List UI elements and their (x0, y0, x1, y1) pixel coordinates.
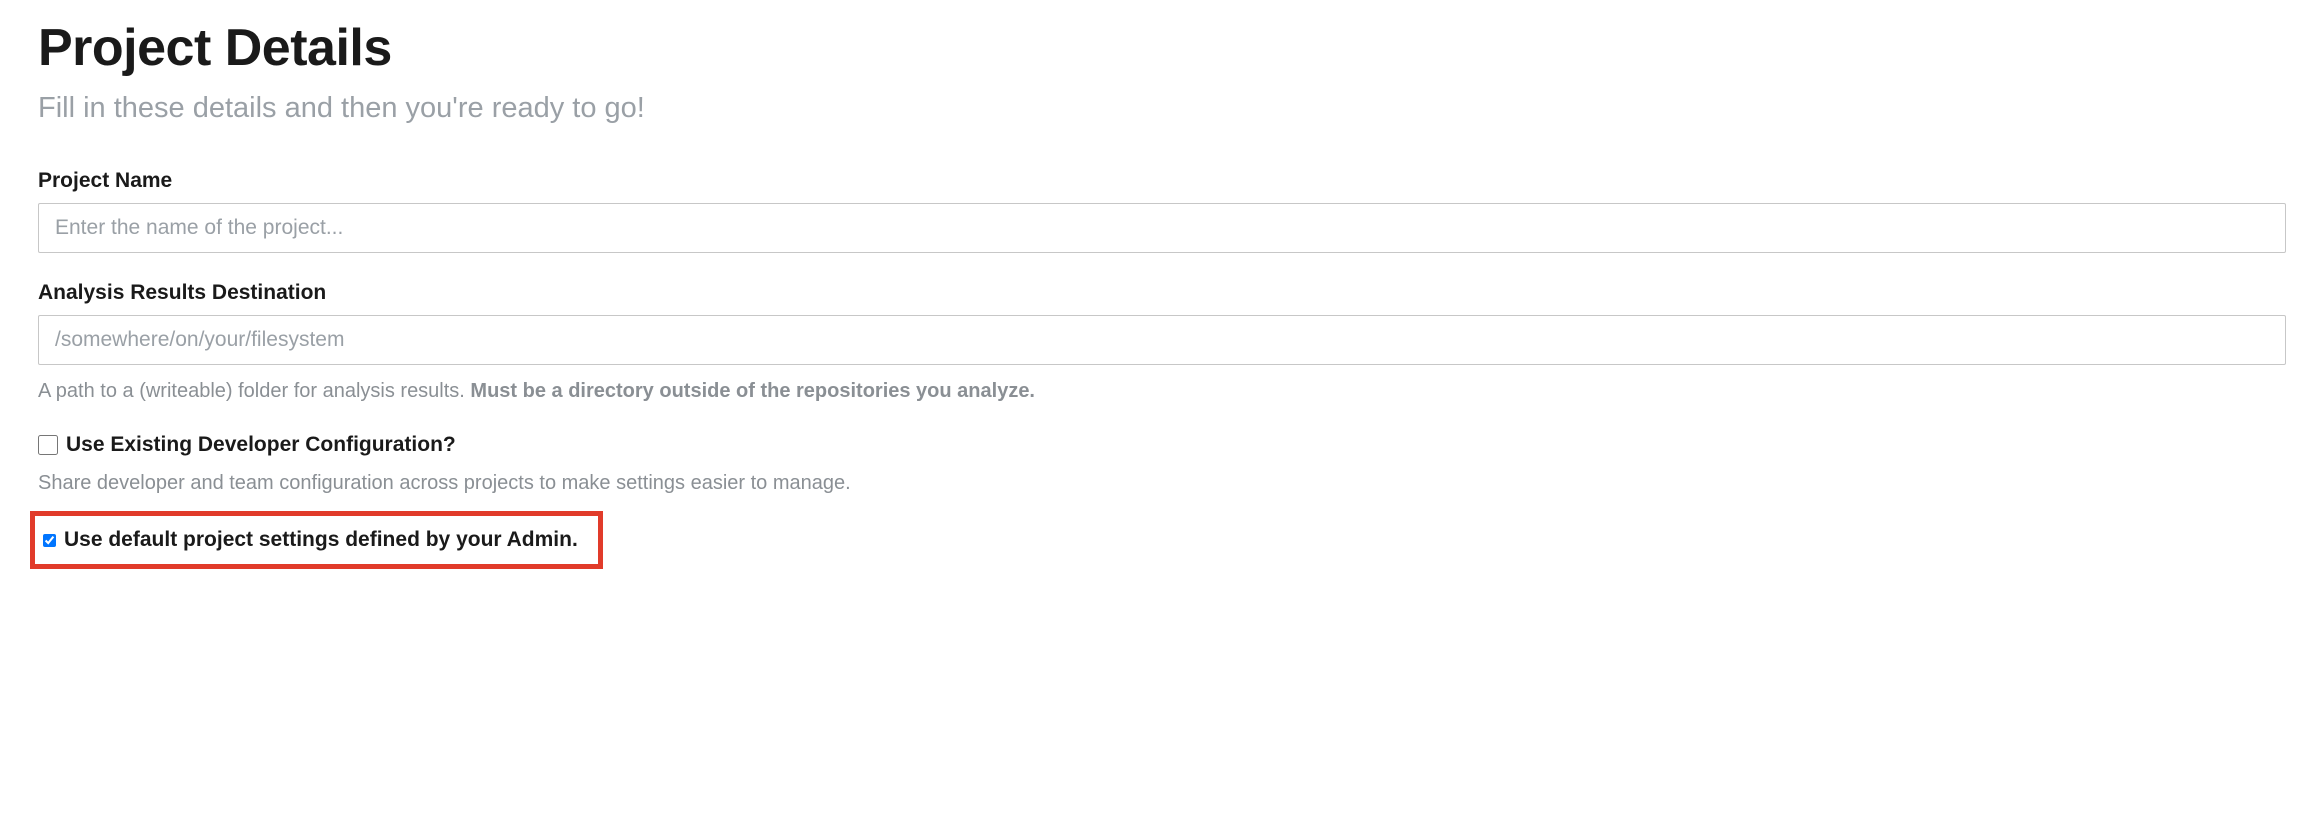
use-existing-row: Use Existing Developer Configuration? (38, 433, 2286, 457)
use-default-label[interactable]: Use default project settings defined by … (64, 528, 578, 552)
use-default-checkbox[interactable] (43, 534, 56, 547)
analysis-dest-help-bold: Must be a directory outside of the repos… (470, 380, 1035, 402)
analysis-dest-label: Analysis Results Destination (38, 281, 2286, 305)
use-existing-label[interactable]: Use Existing Developer Configuration? (66, 433, 456, 457)
project-name-input[interactable] (38, 203, 2286, 253)
use-existing-checkbox[interactable] (38, 435, 58, 455)
page-title: Project Details (38, 18, 2286, 78)
use-existing-section: Use Existing Developer Configuration? Sh… (38, 433, 2286, 497)
analysis-dest-input[interactable] (38, 315, 2286, 365)
page-subtitle: Fill in these details and then you're re… (38, 92, 2286, 125)
analysis-dest-help-prefix: A path to a (writeable) folder for analy… (38, 380, 470, 402)
analysis-dest-help: A path to a (writeable) folder for analy… (38, 377, 2286, 405)
use-existing-help: Share developer and team configuration a… (38, 469, 2286, 497)
project-name-label: Project Name (38, 169, 2286, 193)
use-default-highlight: Use default project settings defined by … (30, 511, 603, 569)
project-name-group: Project Name (38, 169, 2286, 253)
analysis-dest-group: Analysis Results Destination A path to a… (38, 281, 2286, 405)
